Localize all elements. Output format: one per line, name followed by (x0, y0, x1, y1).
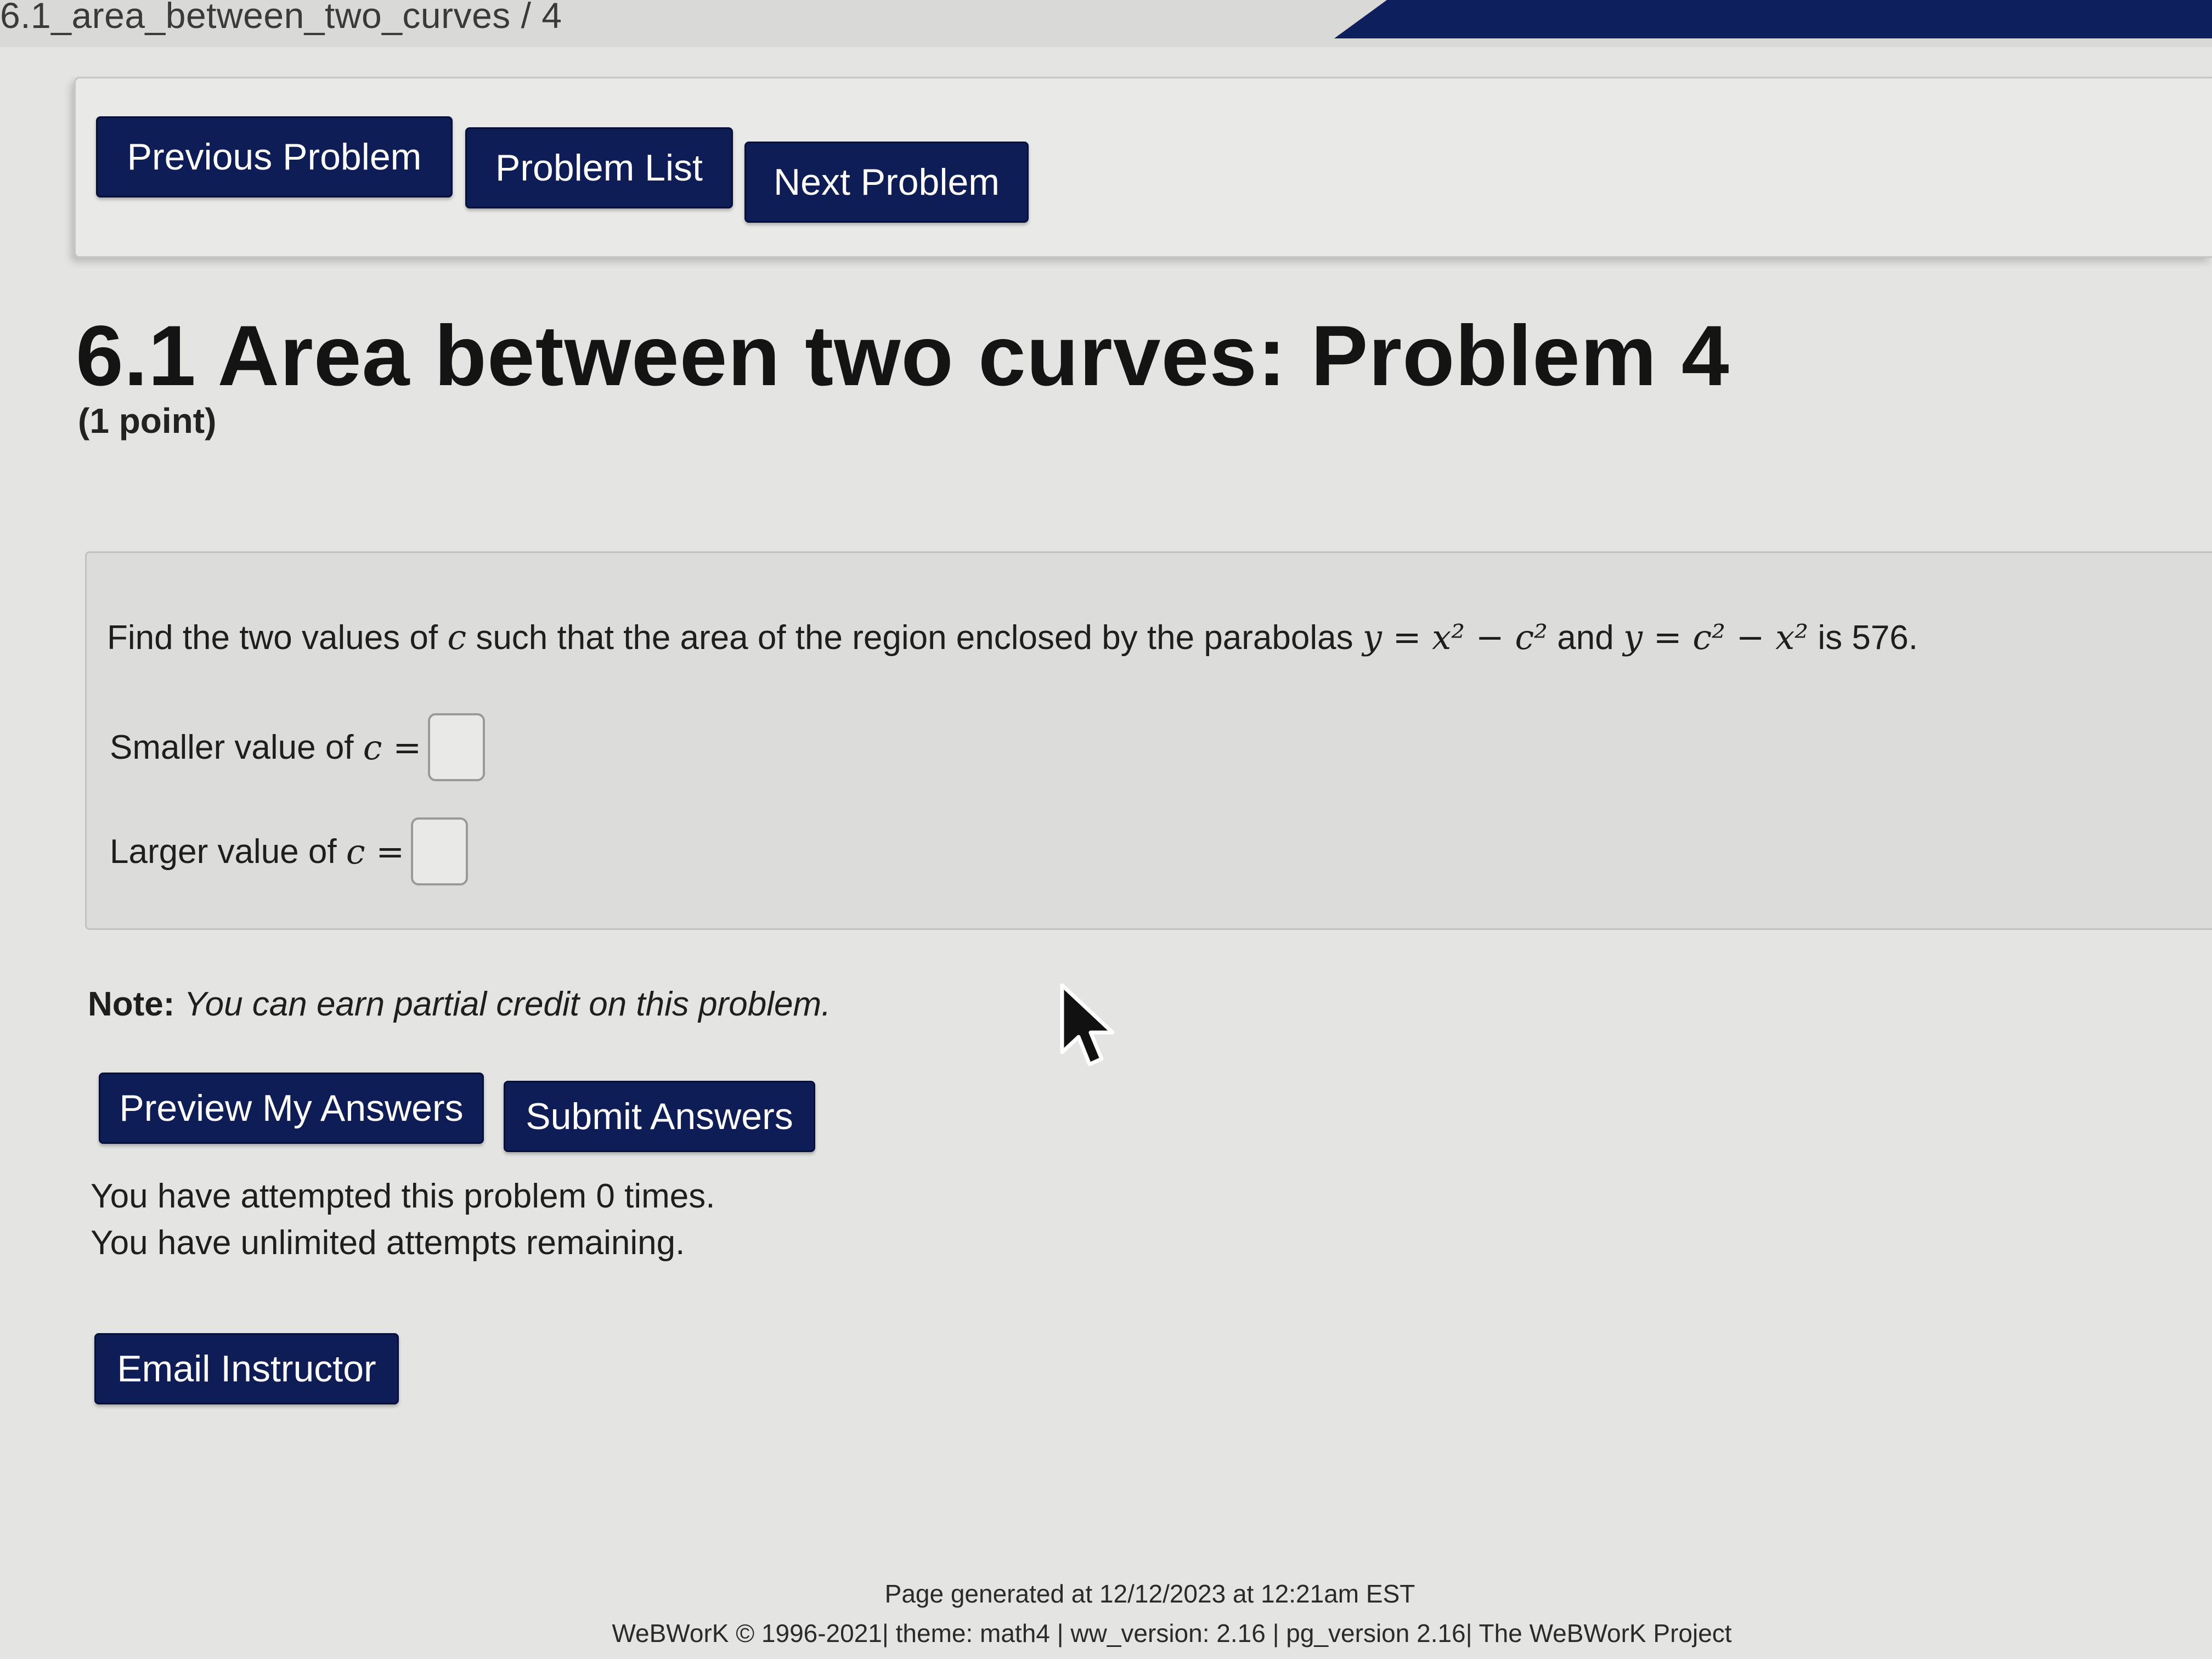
larger-value-label: Larger value of (110, 832, 337, 871)
email-instructor-button[interactable]: Email Instructor (94, 1333, 399, 1404)
preview-answers-button[interactable]: Preview My Answers (99, 1073, 484, 1144)
mouse-cursor-icon (1060, 983, 1115, 1066)
statement-intro: Find the two values of (107, 619, 438, 657)
note-text: You can earn partial credit on this prob… (184, 985, 831, 1023)
equation-1: y = x² − c² (1362, 617, 1548, 657)
breadcrumb[interactable]: 6.1_area_between_two_curves / 4 (0, 0, 562, 36)
smaller-value-variable: c = (363, 727, 422, 768)
submit-answers-button[interactable]: Submit Answers (504, 1081, 815, 1152)
equation-2: y = c² − x² (1623, 617, 1809, 657)
statement-end: is 576. (1818, 619, 1918, 657)
problem-list-button[interactable]: Problem List (465, 127, 733, 208)
larger-answer-row: Larger value of c = (110, 817, 469, 885)
statement-middle: such that the area of the region enclose… (476, 619, 1353, 657)
larger-value-input[interactable] (411, 817, 469, 885)
previous-problem-button[interactable]: Previous Problem (96, 116, 453, 198)
note-label: Note: (88, 985, 175, 1023)
attempts-remaining: You have unlimited attempts remaining. (91, 1224, 685, 1262)
top-bar: 6.1_area_between_two_curves / 4 (0, 0, 2212, 47)
footer-credits: WeBWorK © 1996-2021| theme: math4 | ww_v… (612, 1619, 1732, 1647)
smaller-value-label: Smaller value of (110, 728, 354, 766)
header-accent-bar (1334, 0, 2212, 38)
larger-value-variable: c = (346, 831, 405, 872)
next-problem-button[interactable]: Next Problem (744, 142, 1029, 223)
page-title: 6.1 Area between two curves: Problem 4 (76, 308, 1730, 404)
statement-variable: c (447, 617, 467, 657)
page-generated-timestamp: Page generated at 12/12/2023 at 12:21am … (884, 1579, 1415, 1608)
attempt-count: You have attempted this problem 0 times. (91, 1177, 715, 1215)
problem-points: (1 point) (78, 401, 217, 441)
smaller-value-input[interactable] (428, 713, 486, 781)
smaller-answer-row: Smaller value of c = (110, 713, 486, 781)
statement-connector: and (1557, 619, 1614, 657)
problem-statement: Find the two values of c such that the a… (107, 617, 1918, 657)
partial-credit-note: Note: You can earn partial credit on thi… (88, 985, 831, 1024)
